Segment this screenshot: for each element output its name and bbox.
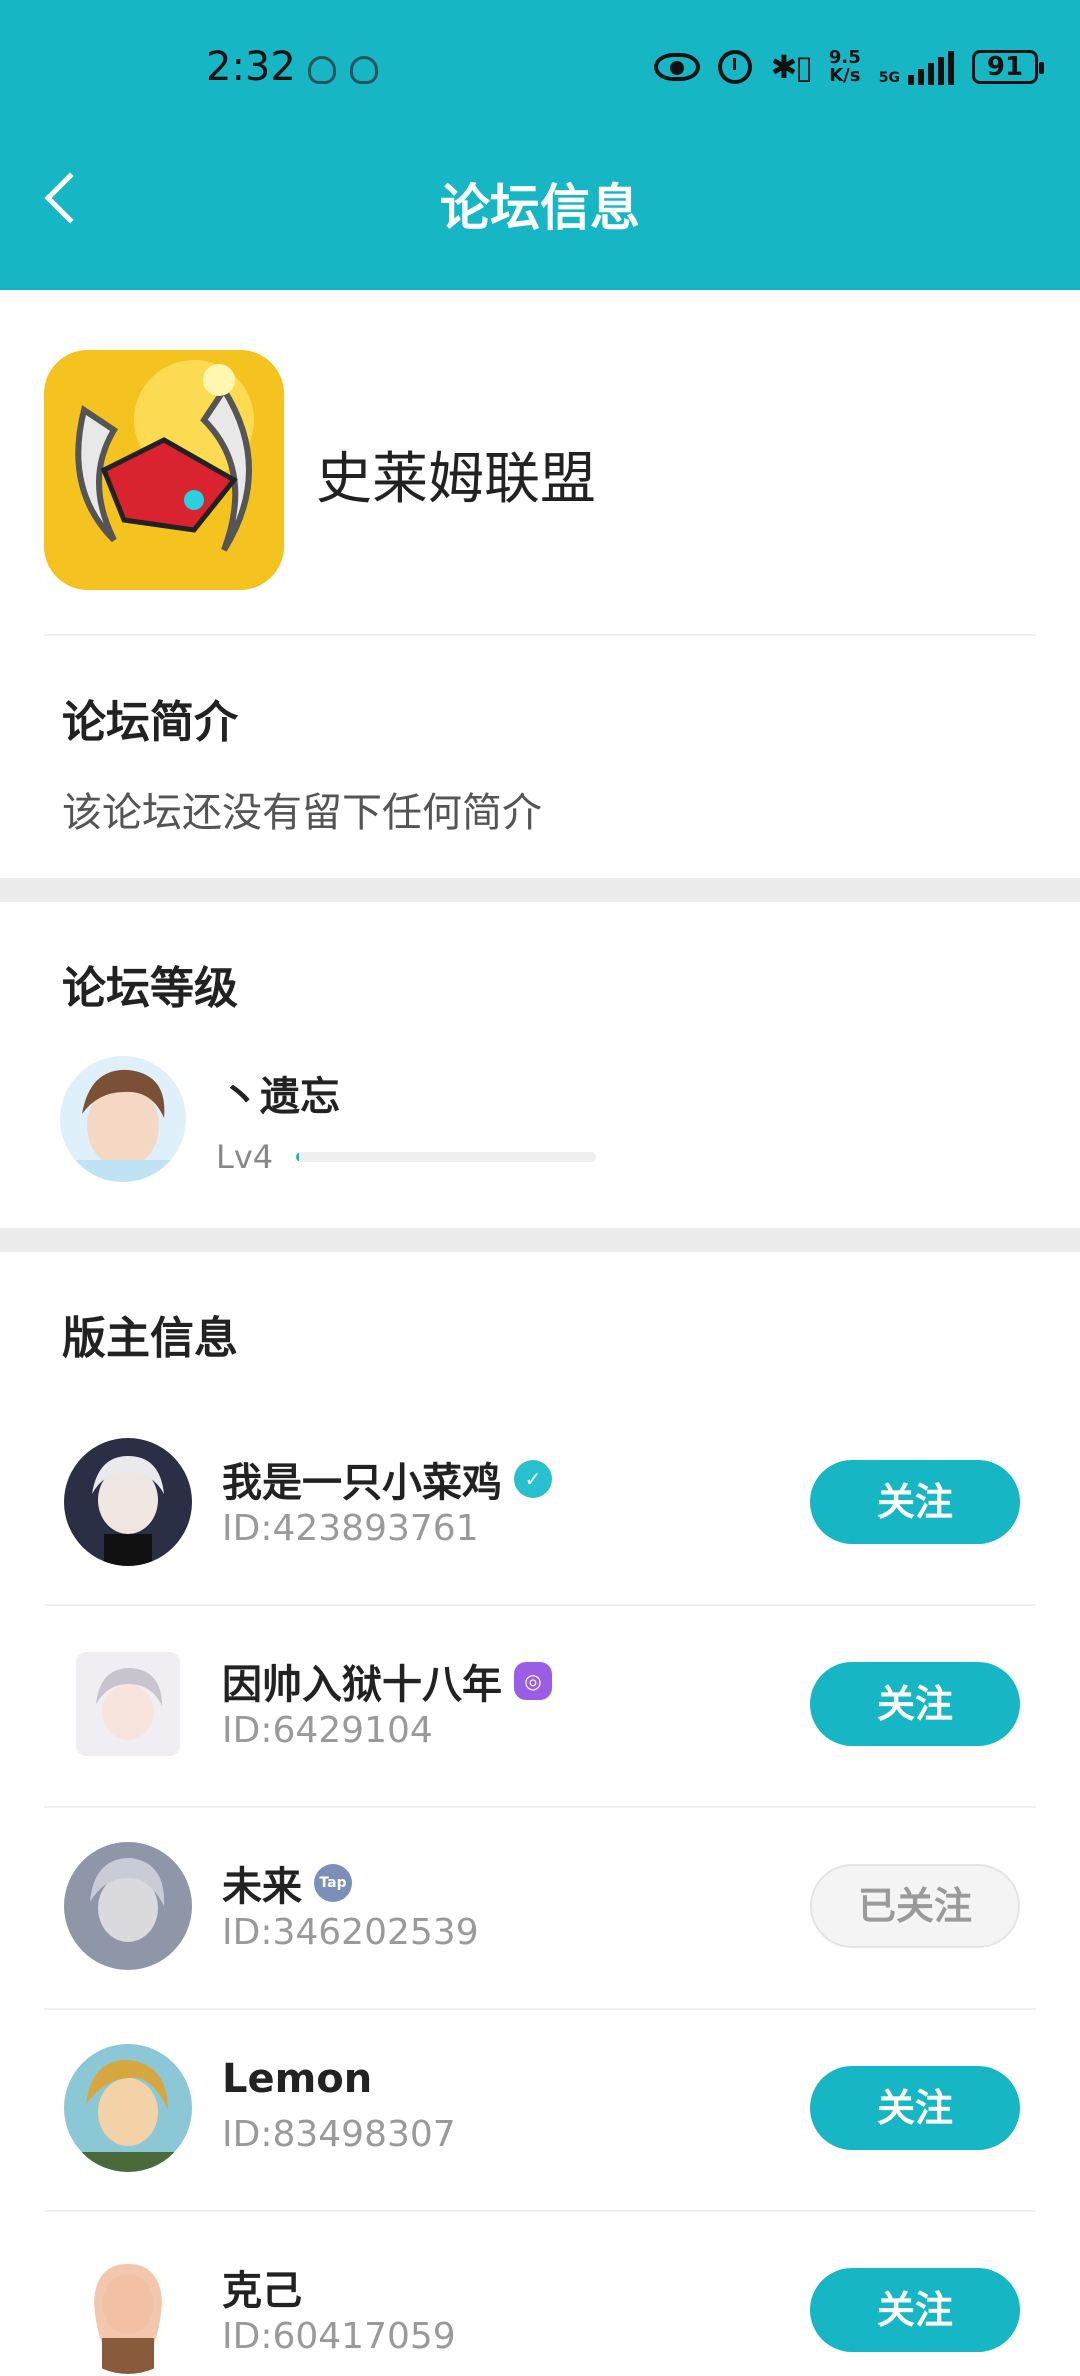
alarm-icon	[718, 50, 753, 84]
avatar[interactable]	[64, 1438, 192, 1566]
bluetooth-icon: ✱▯	[770, 48, 812, 86]
level-progress-fill	[296, 1152, 299, 1162]
tap-icon: Tap	[314, 1864, 352, 1902]
network-speed: 9.5 K/s	[828, 47, 861, 86]
gamepad-icon: ◎	[514, 1662, 552, 1700]
followed-button[interactable]: 已关注	[810, 1864, 1020, 1948]
moderator-id: ID:346202539	[222, 1912, 479, 1953]
follow-button[interactable]: 关注	[810, 1662, 1020, 1746]
section-separator	[0, 1228, 1080, 1252]
avatar[interactable]	[76, 1652, 180, 1756]
status-time: 2:32	[206, 44, 296, 90]
list-item[interactable]: 我是一只小菜鸡 ✓ ID:423893761 关注	[0, 1404, 1080, 1606]
list-item[interactable]: Lemon ID:83498307 关注	[0, 2010, 1080, 2212]
follow-button[interactable]: 关注	[810, 1460, 1020, 1544]
battery-icon: 91	[972, 50, 1044, 84]
notification-icon	[350, 56, 378, 84]
moderator-id: ID:423893761	[222, 1508, 479, 1549]
moderator-name: 未来 Tap	[222, 1854, 352, 1912]
follow-button[interactable]: 关注	[810, 2268, 1020, 2352]
level-progress-bar	[296, 1152, 596, 1162]
moderator-name: 克己	[222, 2268, 302, 2314]
intro-title: 论坛简介	[62, 697, 238, 748]
list-item[interactable]: 未来 Tap ID:346202539 已关注	[0, 1808, 1080, 2010]
moderator-name: 因帅入狱十八年 ◎	[222, 1652, 552, 1710]
moderator-id: ID:83498307	[222, 2114, 456, 2155]
list-item[interactable]: 克己 ID:60417059 关注	[0, 2212, 1080, 2376]
notification-icon	[308, 56, 336, 84]
moderators-title: 版主信息	[62, 1313, 238, 1364]
avatar[interactable]	[64, 1842, 192, 1970]
level-user-name: 丶遗忘	[220, 1074, 340, 1120]
avatar[interactable]	[64, 2044, 192, 2172]
avatar[interactable]	[64, 2246, 192, 2374]
forum-logo	[44, 350, 284, 590]
moderator-name: 我是一只小菜鸡 ✓	[222, 1450, 552, 1508]
status-bar: 2:32 ✱▯ 9.5 K/s 5G 91	[0, 0, 1080, 140]
list-item[interactable]: 因帅入狱十八年 ◎ ID:6429104 关注	[0, 1606, 1080, 1808]
level-title: 论坛等级	[62, 963, 238, 1014]
moderator-id: ID:60417059	[222, 2316, 456, 2357]
eye-comfort-icon	[654, 53, 701, 81]
moderator-name: Lemon	[222, 2056, 373, 2102]
moderator-id: ID:6429104	[222, 1710, 433, 1751]
status-icons: ✱▯ 9.5 K/s 5G 91	[654, 47, 1044, 86]
level-label: Lv4	[216, 1138, 274, 1176]
signal-icon: 5G	[879, 49, 954, 85]
intro-text: 该论坛还没有留下任何简介	[62, 790, 542, 836]
page-title: 论坛信息	[440, 179, 640, 237]
verified-icon: ✓	[514, 1460, 552, 1498]
follow-button[interactable]: 关注	[810, 2066, 1020, 2150]
section-separator	[0, 878, 1080, 902]
divider	[44, 634, 1036, 636]
avatar[interactable]	[60, 1056, 186, 1182]
forum-name: 史莱姆联盟	[316, 447, 596, 512]
